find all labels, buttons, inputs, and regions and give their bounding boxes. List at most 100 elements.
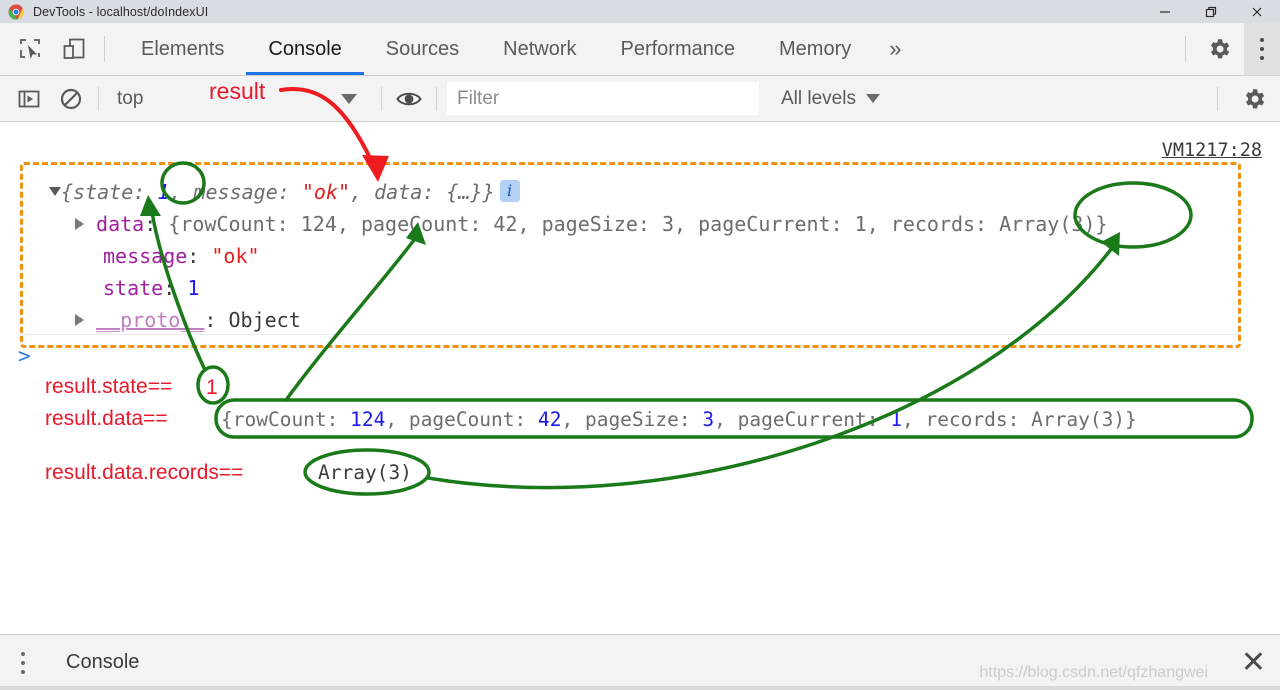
console-source-link[interactable]: VM1217:28 <box>1162 140 1262 161</box>
row-key-proto: __proto__ <box>96 308 205 332</box>
filter-divider <box>98 86 99 111</box>
maximize-button[interactable] <box>1188 0 1234 23</box>
tab-sources[interactable]: Sources <box>364 23 481 75</box>
clear-console-icon[interactable] <box>50 76 92 121</box>
console-row-message: message: "ok" <box>103 240 260 272</box>
settings-divider <box>1217 86 1218 111</box>
annotation-label-data: result.data== <box>45 407 168 430</box>
anno-data-pagesize: 3 <box>702 408 715 431</box>
kebab-dots <box>1260 36 1264 63</box>
anno-data-p5: , records: <box>901 408 1032 431</box>
kebab-dot <box>1260 56 1264 60</box>
tab-console[interactable]: Console <box>246 23 365 75</box>
row-colon: : <box>204 308 229 332</box>
row-key-state: state <box>103 276 164 300</box>
console-output: VM1217:28 {state: 1, message: "ok", data… <box>0 122 1280 634</box>
devtools-window: DevTools - localhost/doIndexUI Elements … <box>0 0 1280 690</box>
tab-bar-actions <box>1177 23 1280 75</box>
summary-state-value: 1 <box>157 180 170 204</box>
summary-mid2: , data: <box>350 180 447 204</box>
anno-data-pagecurrent: 1 <box>890 408 902 431</box>
device-toolbar-icon[interactable] <box>52 23 96 75</box>
annotation-label-state: result.state== <box>45 375 173 398</box>
row-value-proto: Object <box>228 308 301 332</box>
summary-suffix: } <box>482 180 495 204</box>
anno-data-p4: , pageCurrent: <box>714 408 891 431</box>
tab-network[interactable]: Network <box>481 23 598 75</box>
close-icon[interactable]: ✕ <box>1241 647 1266 678</box>
summary-data-value: {…} <box>446 180 483 204</box>
row-value-message: "ok" <box>211 244 260 268</box>
drawer-actions: ✕ <box>1241 647 1280 678</box>
expand-triangle-icon[interactable] <box>75 218 84 230</box>
info-badge-icon[interactable]: i <box>499 180 520 202</box>
summary-mid1: , message: <box>169 180 302 204</box>
filter-input[interactable] <box>447 82 759 115</box>
watermark: https://blog.csdn.net/qfzhangwei <box>979 664 1208 681</box>
annotation-value-records: Array(3) <box>318 461 412 484</box>
console-filter-bar: top All levels <box>0 76 1280 122</box>
row-value-data: {rowCount: 124, pageCount: 42, pageSize:… <box>168 212 1108 236</box>
anno-data-pagecount: 42 <box>538 408 562 431</box>
chevron-double-right-icon[interactable]: » <box>873 23 917 75</box>
drawer-tab-console[interactable]: Console <box>46 635 159 690</box>
kebab-menu-icon[interactable] <box>1244 23 1280 75</box>
window-title: DevTools - localhost/doIndexUI <box>33 4 209 19</box>
actions-divider <box>1185 36 1186 62</box>
console-row-state: state: 1 <box>103 272 199 304</box>
expand-triangle-icon[interactable] <box>49 187 61 196</box>
log-levels-value: All levels <box>781 87 856 109</box>
message-separator <box>19 334 1241 335</box>
eye-divider <box>381 86 382 111</box>
bottom-scroll-strip <box>0 686 1280 690</box>
kebab-dot <box>1260 47 1264 51</box>
console-drawer: Console ✕ https://blog.csdn.net/qfzhangw… <box>0 634 1280 690</box>
chrome-logo-icon <box>8 3 24 20</box>
anno-data-p6: } <box>1125 408 1137 431</box>
live-expression-eye-icon[interactable] <box>388 76 430 121</box>
sidebar-toggle-icon[interactable] <box>8 76 50 121</box>
console-row-data[interactable]: data: {rowCount: 124, pageCount: 42, pag… <box>75 208 1108 240</box>
anno-data-rowcount: 124 <box>350 408 386 431</box>
row-key-message: message <box>103 244 188 268</box>
log-levels-select[interactable]: All levels <box>781 88 880 110</box>
console-message: {state: 1, message: "ok", data: {…}} i da… <box>19 168 1241 353</box>
close-button[interactable] <box>1234 0 1280 23</box>
annotation-value-state: 1 <box>206 376 218 399</box>
console-prompt-caret[interactable]: > <box>18 344 31 368</box>
row-value-state: 1 <box>187 276 200 300</box>
anno-data-p3: , pageSize: <box>561 408 703 431</box>
row-colon: : <box>163 276 188 300</box>
row-colon: : <box>187 244 212 268</box>
inspect-element-icon[interactable] <box>8 23 52 75</box>
annotation-value-data: {rowCount: 124, pageCount: 42, pageSize:… <box>221 408 1137 431</box>
console-row-proto[interactable]: __proto__: Object <box>75 304 301 336</box>
anno-data-p2: , pageCount: <box>385 408 538 431</box>
gear-icon[interactable] <box>1228 76 1280 121</box>
kebab-dot <box>21 660 25 665</box>
summary-prefix: {state: <box>61 180 158 204</box>
devtools-tab-bar: Elements Console Sources Network Perform… <box>0 23 1280 76</box>
execution-context-value: top <box>117 87 144 109</box>
row-key-data: data <box>96 212 145 236</box>
anno-data-records: Array(3) <box>1031 408 1126 431</box>
title-bar: DevTools - localhost/doIndexUI <box>0 0 1280 23</box>
row-colon: : <box>144 212 169 236</box>
toolbar-divider <box>104 36 105 62</box>
kebab-dot <box>21 651 25 656</box>
tab-elements[interactable]: Elements <box>119 23 246 75</box>
console-object-summary[interactable]: {state: 1, message: "ok", data: {…}} i <box>49 176 520 208</box>
summary-message-value: "ok" <box>301 180 350 204</box>
panel-tabs: Elements Console Sources Network Perform… <box>119 23 917 75</box>
chevron-down-icon <box>341 93 357 104</box>
expand-triangle-icon[interactable] <box>75 314 84 326</box>
tab-memory[interactable]: Memory <box>757 23 873 75</box>
input-divider <box>436 86 437 111</box>
annotation-result-tag: result <box>209 78 266 104</box>
kebab-dot <box>1260 38 1264 42</box>
drawer-kebab-menu-icon[interactable] <box>0 635 46 690</box>
tab-performance[interactable]: Performance <box>599 23 758 75</box>
gear-icon[interactable] <box>1194 23 1244 75</box>
filter-bar-actions <box>1211 76 1280 121</box>
minimize-button[interactable] <box>1142 0 1188 23</box>
